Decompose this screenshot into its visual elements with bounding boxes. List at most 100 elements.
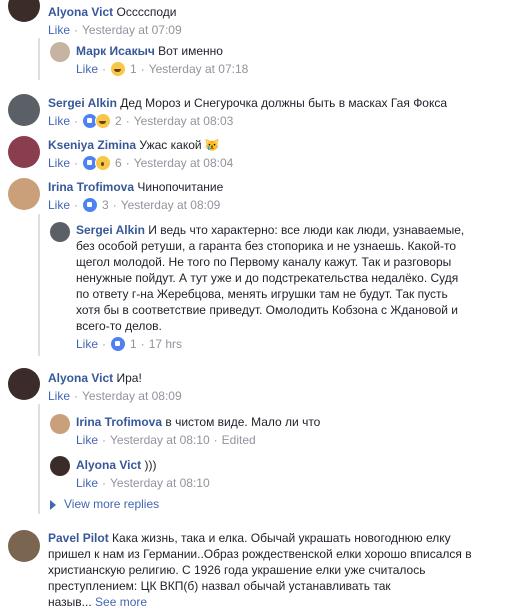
comment-text: Ужас какой 😿 [139,138,220,152]
comment-text: Вот именно [158,44,223,58]
author-name[interactable]: Alyona Vict [76,458,141,472]
view-more-replies[interactable]: View more replies [50,496,159,512]
avatar[interactable] [50,456,70,476]
like-button[interactable]: Like [48,388,70,404]
comment-meta: Like · 1 · Yesterday at 07:18 [76,61,248,77]
author-name[interactable]: Irina Trofimova [48,180,134,194]
comment-text: в чистом виде. Мало ли что [165,415,321,429]
comment-content: Irina Trofimova Чинопочитание [48,179,223,195]
comment-text: Чинопочитание [137,180,224,194]
comment-meta: Like · Yesterday at 07:09 [48,22,182,38]
author-name[interactable]: Kseniya Zimina [48,138,136,152]
separator: · [112,198,117,212]
comment-meta: Like · Yesterday at 08:10 · Edited [76,432,320,448]
avatar[interactable] [8,136,40,168]
comment-meta: Like · 6 · Yesterday at 08:04 [48,155,233,171]
avatar[interactable] [8,368,40,400]
timestamp[interactable]: Yesterday at 08:03 [134,113,234,129]
timestamp[interactable]: 17 hrs [149,336,182,352]
comment-meta: Like · Yesterday at 08:10 [76,475,210,491]
separator: · [125,156,130,170]
reaction-count: 3 [102,198,109,212]
like-button[interactable]: Like [48,22,70,38]
separator: · [102,62,107,76]
reactions[interactable] [82,155,112,171]
like-button[interactable]: Like [76,432,98,448]
timestamp[interactable]: Yesterday at 08:10 [110,475,210,491]
author-name[interactable]: Alyona Vict [48,5,113,19]
avatar[interactable] [50,42,70,62]
separator: · [140,62,145,76]
like-button[interactable]: Like [48,155,70,171]
author-name[interactable]: Sergei Alkin [76,223,145,237]
separator: · [74,389,79,403]
like-reaction-icon [82,197,99,213]
like-button[interactable]: Like [76,336,98,352]
reply-thread-line [38,214,40,356]
comment-meta: Like · Yesterday at 08:09 [48,388,182,404]
comment-text-line: ненужные пойдут. А тут уже и до подстрек… [76,271,459,285]
reactions[interactable] [82,197,99,213]
reaction-count: 1 [130,337,137,351]
comment-text: Оссссподи [116,5,177,19]
comment-text-line: без особой ретуши, а гаранта без стопори… [76,239,457,253]
haha-reaction-icon [110,61,127,77]
like-button[interactable]: Like [48,113,70,129]
comment-content: Kseniya Zimina Ужас какой 😿 [48,137,233,153]
like-button[interactable]: Like [76,475,98,491]
avatar[interactable] [50,414,70,434]
separator: · [102,433,107,447]
comment-content: Sergei Alkin И ведь что характерно: все … [76,222,496,334]
separator: · [213,433,218,447]
avatar[interactable] [8,530,40,562]
reply-thread-line [38,404,40,514]
comment-content: Alyona Vict Ира! [48,370,182,386]
comment-text-line: щегол молодой. Не того по Первому каналу… [76,255,452,269]
wow-reaction-icon [95,155,112,171]
avatar[interactable] [8,178,40,210]
comment-text-line: И ведь что характерно: все люди как люди… [148,223,465,237]
comment-content: Alyona Vict ))) [76,457,210,473]
reaction-count: 1 [130,62,137,76]
separator: · [74,156,79,170]
comment-meta: Like · 3 · Yesterday at 08:09 [48,197,223,213]
separator: · [102,337,107,351]
author-name[interactable]: Марк Исакыч [76,44,155,58]
like-reaction-icon [110,336,127,352]
timestamp[interactable]: Yesterday at 08:10 [110,432,210,448]
separator: · [140,337,145,351]
avatar[interactable] [8,94,40,126]
comment-content: Pavel Pilot Кака жизнь, така и елка. Обы… [48,530,508,610]
like-button[interactable]: Like [76,61,98,77]
comment-text: ))) [144,458,157,472]
reactions[interactable] [82,113,112,129]
comment-meta: Like · 2 · Yesterday at 08:03 [48,113,447,129]
author-name[interactable]: Irina Trofimova [76,415,162,429]
comment-text-line: по ответу г-на Жеребцова, менять игрушки… [76,287,448,301]
view-more-replies-label[interactable]: View more replies [64,497,159,511]
reactions[interactable] [110,336,127,352]
reactions[interactable] [110,61,127,77]
edited-label[interactable]: Edited [222,432,256,448]
separator: · [74,23,79,37]
separator: · [74,114,79,128]
avatar[interactable] [8,0,40,22]
author-name[interactable]: Pavel Pilot [48,531,109,545]
avatar[interactable] [50,222,70,242]
timestamp[interactable]: Yesterday at 08:09 [121,197,221,213]
reaction-count: 2 [115,114,122,128]
like-button[interactable]: Like [48,197,70,213]
comment-text-line: хотя бы в соответствие приведут. Омолоди… [76,303,459,317]
comment-text-line: пришел к нам из Германии..Образ рождеств… [48,547,472,561]
reply-thread-line [38,38,40,80]
author-name[interactable]: Sergei Alkin [48,96,117,110]
author-name[interactable]: Alyona Vict [48,371,113,385]
see-more-link[interactable]: See more [95,595,147,609]
haha-reaction-icon [95,113,112,129]
comment-text-line: преступлением: ЦК ВКП(б) назвал обычай у… [48,579,391,593]
timestamp[interactable]: Yesterday at 07:09 [82,22,182,38]
timestamp[interactable]: Yesterday at 07:18 [149,61,249,77]
separator: · [74,198,79,212]
timestamp[interactable]: Yesterday at 08:04 [134,155,234,171]
timestamp[interactable]: Yesterday at 08:09 [82,388,182,404]
